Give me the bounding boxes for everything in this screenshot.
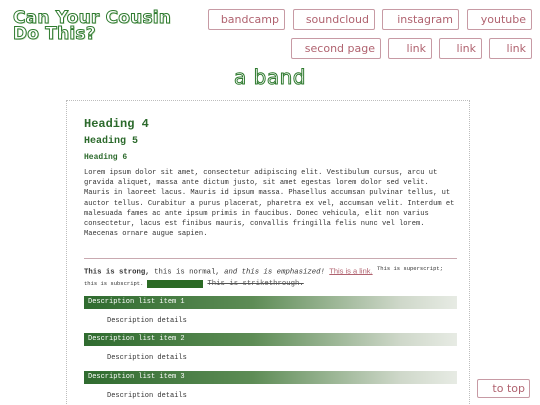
subscript-text: this is subscript.: [84, 280, 144, 288]
description-details-1: Description details: [107, 317, 187, 325]
heading-4: Heading 4: [84, 117, 149, 131]
emphasized-text: and this is emphasized!: [224, 268, 325, 277]
site-title-line-2: Do This?: [12, 24, 96, 44]
description-term-3: Description list item 3: [84, 371, 457, 384]
site-title[interactable]: Can Your Cousin Do This?: [12, 9, 171, 44]
sample-link[interactable]: This is a link.: [329, 266, 372, 275]
nav-link-youtube[interactable]: youtube: [467, 9, 532, 30]
strikethrough-text: This is strikethrough.: [207, 280, 304, 289]
formatting-sample: This is strong, this is normal, and this…: [84, 263, 457, 290]
description-term-1: Description list item 1: [84, 296, 457, 309]
description-details-3: Description details: [107, 392, 187, 400]
nav-link-2[interactable]: link: [439, 38, 482, 59]
heading-5: Heading 5: [84, 136, 139, 147]
horizontal-rule: [84, 258, 457, 259]
heading-6: Heading 6: [84, 153, 128, 162]
description-term-2: Description list item 2: [84, 333, 457, 346]
description-details-2: Description details: [107, 354, 187, 362]
content-panel: Heading 4 Heading 5 Heading 6 Lorem ipsu…: [66, 100, 470, 405]
highlight-block: [147, 279, 204, 288]
strong-text: This is strong,: [84, 268, 150, 277]
to-top-button[interactable]: to top: [477, 379, 530, 398]
band-heading: a band: [234, 65, 306, 89]
superscript-text: This is superscript;: [377, 265, 444, 272]
normal-text: this is normal,: [149, 268, 225, 277]
nav-link-second-page[interactable]: second page: [291, 38, 381, 59]
nav-link-bandcamp[interactable]: bandcamp: [208, 9, 285, 30]
nav-link-1[interactable]: link: [388, 38, 432, 59]
nav-link-soundcloud[interactable]: soundcloud: [293, 9, 375, 30]
nav-link-instagram[interactable]: instagram: [382, 9, 459, 30]
lorem-paragraph: Lorem ipsum dolor sit amet, consectetur …: [84, 169, 455, 239]
nav-link-3[interactable]: link: [489, 38, 532, 59]
